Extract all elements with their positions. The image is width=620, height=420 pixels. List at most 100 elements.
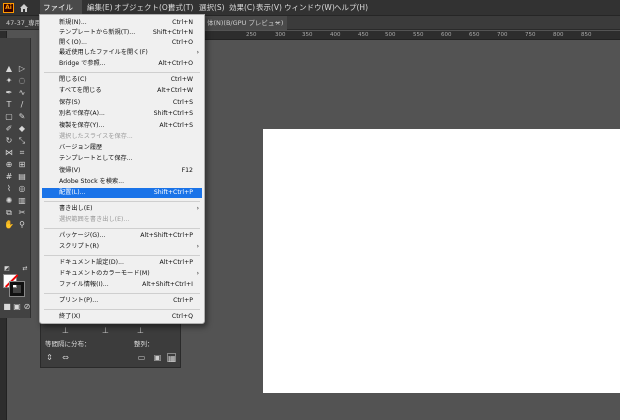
menu-item-version-history[interactable]: バージョン履歴 — [42, 143, 202, 153]
align-to-key-object-icon[interactable]: ▦ — [167, 353, 176, 363]
menu-item-label: 配置(L)... — [59, 189, 86, 196]
magic-wand-tool-icon[interactable]: ✦ — [4, 76, 14, 86]
menu-item-save-as-template[interactable]: テンプレートとして保存... — [42, 154, 202, 164]
menu-item-label: 選択したスライスを保存... — [59, 133, 133, 140]
distribute-horizontal-icon[interactable]: ⇔ — [61, 353, 70, 362]
scale-tool-icon[interactable]: ⤡ — [17, 136, 27, 146]
slice-tool-icon[interactable]: ✂ — [17, 208, 27, 218]
mesh-tool-icon[interactable]: # — [4, 172, 14, 182]
stroke-swatch[interactable] — [9, 281, 25, 297]
menu-item-shortcut: Ctrl+W — [170, 76, 193, 83]
graph-tool-icon[interactable]: ▥ — [17, 196, 27, 206]
direct-selection-tool-icon[interactable]: ▷ — [17, 64, 27, 74]
menu-item-print[interactable]: プリント(P)... Ctrl+P — [42, 296, 202, 306]
menu-item-revert[interactable]: 復帰(V) F12 — [42, 166, 202, 176]
menu-item-save[interactable]: 保存(S) Ctrl+S — [42, 98, 202, 108]
menu-item-package[interactable]: パッケージ(G)... Alt+Shift+Ctrl+P — [42, 231, 202, 241]
menu-help[interactable]: ヘルプ(H) — [331, 0, 371, 15]
ruler-label: 250 — [246, 32, 257, 38]
menu-window[interactable]: ウィンドウ(W) — [281, 0, 338, 15]
symbol-sprayer-tool-icon[interactable]: ✺ — [4, 196, 14, 206]
zoom-tool-icon[interactable]: ⚲ — [17, 220, 27, 230]
gradient-mode-icon[interactable]: ▣ — [12, 302, 22, 312]
menu-item-new[interactable]: 新規(N)... Ctrl+N — [42, 18, 202, 28]
menu-item-shortcut: Ctrl+O — [171, 39, 193, 46]
submenu-arrow-icon: › — [196, 243, 199, 250]
menu-item-exit[interactable]: 終了(X) Ctrl+Q — [42, 312, 202, 322]
distribute-icon[interactable]: ⊥ — [101, 326, 110, 335]
default-colors-icon[interactable]: ◩ — [2, 264, 12, 274]
distribute-vertical-icon[interactable]: ⇕ — [45, 353, 54, 362]
menu-type[interactable]: 書式(T) — [165, 0, 196, 15]
align-panel: ⊥ ⊥ ⊥ 等間隔に分布： 整列： ⇕ ⇔ ▭ ▣ ▦ — [40, 322, 181, 368]
swap-colors-icon[interactable]: ⇄ — [20, 264, 30, 274]
menu-item-open-recent[interactable]: 最近使用したファイルを開く(F) › — [42, 48, 202, 58]
eraser-tool-icon[interactable]: ◆ — [17, 124, 27, 134]
menu-item-label: 書き出し(E) — [59, 205, 93, 212]
free-transform-tool-icon[interactable]: ⌗ — [17, 148, 27, 158]
menu-item-close[interactable]: 閉じる(C) Ctrl+W — [42, 75, 202, 85]
menu-item-shortcut: Alt+Ctrl+W — [157, 87, 193, 94]
shaper-tool-icon[interactable]: ✐ — [4, 124, 14, 134]
align-to-label: 整列： — [134, 340, 154, 348]
menu-item-document-setup[interactable]: ドキュメント設定(D)... Alt+Ctrl+P — [42, 258, 202, 268]
menu-item-label: 復帰(V) — [59, 167, 81, 174]
hand-tool-icon[interactable]: ✋ — [4, 220, 14, 230]
ruler-label: 700 — [497, 32, 508, 38]
menu-item-search-adobe-stock[interactable]: Adobe Stock を検索... — [42, 177, 202, 187]
lasso-tool-icon[interactable]: ◌ — [17, 76, 27, 86]
rotate-tool-icon[interactable]: ↻ — [4, 136, 14, 146]
blend-tool-icon[interactable]: ◎ — [17, 184, 27, 194]
home-icon[interactable] — [19, 3, 29, 13]
menu-item-shortcut: Shift+Ctrl+P — [153, 189, 193, 196]
menu-item-shortcut: Alt+Ctrl+S — [159, 122, 193, 129]
menu-item-label: テンプレートとして保存... — [59, 155, 133, 162]
ruler-label: 400 — [330, 32, 341, 38]
menu-file[interactable]: ファイル(F) — [40, 0, 82, 27]
menu-item-label: テンプレートから新規(T)... — [59, 29, 136, 36]
selection-tool-icon[interactable]: ▲ — [4, 64, 14, 74]
none-mode-icon[interactable]: ⊘ — [22, 302, 32, 312]
menu-item-file-info[interactable]: ファイル情報(I)... Alt+Shift+Ctrl+I — [42, 280, 202, 290]
type-tool-icon[interactable]: T — [4, 100, 14, 110]
menu-item-scripts[interactable]: スクリプト(R) › — [42, 242, 202, 252]
menu-item-browse-in-bridge[interactable]: Bridge で参照... Alt+Ctrl+O — [42, 59, 202, 69]
menu-separator — [44, 309, 200, 310]
ruler-label: 450 — [358, 32, 369, 38]
rectangle-tool-icon[interactable]: ▢ — [4, 112, 14, 122]
artboard[interactable] — [263, 129, 620, 393]
menu-item-save-as[interactable]: 別名で保存(A)... Shift+Ctrl+S — [42, 109, 202, 119]
paintbrush-tool-icon[interactable]: ✎ — [17, 112, 27, 122]
tab-close-icon[interactable]: × — [271, 16, 284, 30]
distribute-icon[interactable]: ⊥ — [136, 326, 145, 335]
menu-item-new-from-template[interactable]: テンプレートから新規(T)... Shift+Ctrl+N — [42, 28, 202, 38]
color-mode-icon[interactable]: ■ — [2, 302, 12, 312]
menu-item-open[interactable]: 開く(O)... Ctrl+O — [42, 38, 202, 48]
ruler-label: 800 — [553, 32, 564, 38]
file-menu-dropdown: 新規(N)... Ctrl+N テンプレートから新規(T)... Shift+Ctr… — [39, 14, 205, 324]
pen-tool-icon[interactable]: ✒ — [4, 88, 14, 98]
perspective-grid-tool-icon[interactable]: ⊞ — [17, 160, 27, 170]
distribute-icon[interactable]: ⊥ — [61, 326, 70, 335]
menu-item-place[interactable]: 配置(L)... Shift+Ctrl+P — [42, 188, 202, 198]
align-to-selection-icon[interactable]: ▣ — [153, 353, 162, 362]
menu-item-label: 選択範囲を書き出し(E)... — [59, 216, 130, 223]
eyedropper-tool-icon[interactable]: ⌇ — [4, 184, 14, 194]
menu-item-shortcut: Shift+Ctrl+S — [153, 110, 193, 117]
width-tool-icon[interactable]: ⋈ — [4, 148, 14, 158]
menu-item-label: 終了(X) — [59, 313, 81, 320]
artboard-tool-icon[interactable]: ⧉ — [4, 208, 14, 218]
line-tool-icon[interactable]: / — [17, 100, 27, 110]
menu-item-save-a-copy[interactable]: 複製を保存(Y)... Alt+Ctrl+S — [42, 121, 202, 131]
menu-select[interactable]: 選択(S) — [196, 0, 228, 15]
menu-item-close-all[interactable]: すべてを閉じる Alt+Ctrl+W — [42, 86, 202, 96]
shape-builder-tool-icon[interactable]: ⊕ — [4, 160, 14, 170]
menu-item-document-color-mode[interactable]: ドキュメントのカラーモード(M) › — [42, 269, 202, 279]
submenu-arrow-icon: › — [196, 49, 199, 56]
menu-item-export[interactable]: 書き出し(E) › — [42, 204, 202, 214]
ruler-label: 650 — [469, 32, 480, 38]
align-to-artboard-icon[interactable]: ▭ — [137, 353, 146, 362]
ruler-label: 750 — [525, 32, 536, 38]
gradient-tool-icon[interactable]: ▤ — [17, 172, 27, 182]
curvature-tool-icon[interactable]: ∿ — [17, 88, 27, 98]
